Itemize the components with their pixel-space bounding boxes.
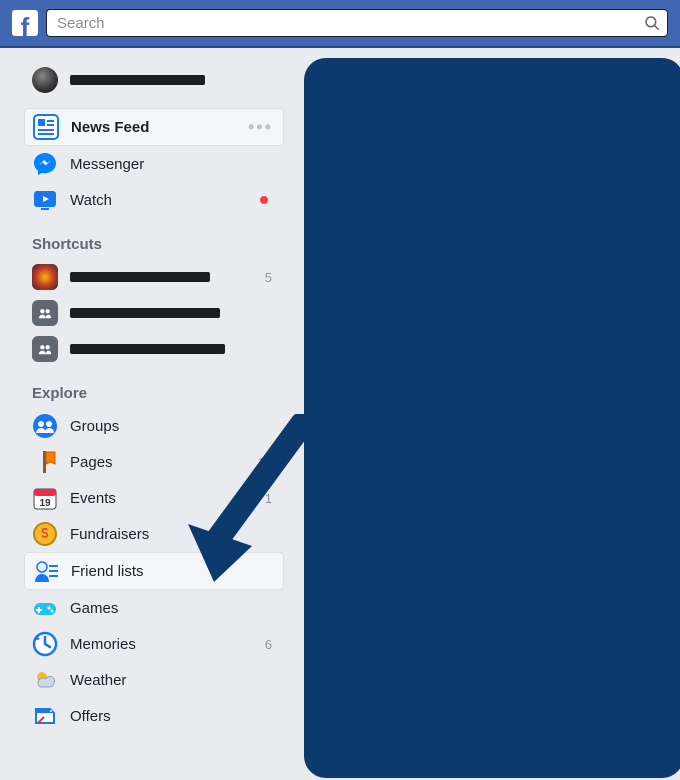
profile-name	[70, 72, 276, 89]
left-sidebar: News Feed ••• Messenger Watch	[24, 62, 284, 734]
profile-link[interactable]	[24, 62, 284, 98]
content-panel-redacted	[304, 58, 680, 778]
group-avatar-icon	[32, 300, 58, 326]
facebook-logo[interactable]: f	[12, 10, 38, 36]
search-field[interactable]	[46, 9, 668, 37]
group-avatar-icon	[32, 336, 58, 362]
shortcut-item[interactable]: 5	[24, 259, 284, 295]
friend-lists-icon	[33, 558, 59, 584]
more-icon[interactable]: •••	[248, 117, 275, 138]
nav-pages[interactable]: Pages 14	[24, 444, 284, 480]
events-icon: 19	[32, 485, 58, 511]
nav-label: Weather	[70, 672, 276, 689]
shortcut-item[interactable]	[24, 295, 284, 331]
weather-icon	[32, 667, 58, 693]
games-icon	[32, 595, 58, 621]
avatar	[32, 67, 58, 93]
search-icon[interactable]	[643, 14, 661, 32]
nav-count: 6	[265, 637, 276, 652]
nav-label: Events	[70, 490, 253, 507]
nav-messenger[interactable]: Messenger	[24, 146, 284, 182]
shortcut-item[interactable]	[24, 331, 284, 367]
nav-weather[interactable]: Weather	[24, 662, 284, 698]
search-input[interactable]	[57, 15, 643, 32]
nav-count: 14	[258, 455, 276, 470]
news-feed-icon	[33, 114, 59, 140]
nav-label: Watch	[70, 192, 248, 209]
nav-friend-lists[interactable]: Friend lists	[24, 552, 284, 590]
nav-groups[interactable]: Groups	[24, 408, 284, 444]
shortcut-label	[70, 341, 276, 358]
nav-label: Groups	[70, 418, 276, 435]
section-shortcuts: Shortcuts	[24, 218, 284, 259]
offers-icon	[32, 703, 58, 729]
nav-count: 1	[265, 491, 276, 506]
nav-label: Memories	[70, 636, 253, 653]
nav-events[interactable]: 19 Events 1	[24, 480, 284, 516]
nav-watch[interactable]: Watch	[24, 182, 284, 218]
nav-label: Fundraisers	[70, 526, 276, 543]
nav-label: Games	[70, 600, 276, 617]
nav-label: News Feed	[71, 119, 236, 136]
pages-icon	[32, 449, 58, 475]
fundraisers-icon	[32, 521, 58, 547]
shortcut-count: 5	[265, 270, 276, 285]
topbar: f	[0, 0, 680, 48]
nav-label: Pages	[70, 454, 246, 471]
shortcut-label	[70, 305, 276, 322]
nav-fundraisers[interactable]: Fundraisers	[24, 516, 284, 552]
memories-icon	[32, 631, 58, 657]
nav-label: Friend lists	[71, 563, 275, 580]
nav-label: Messenger	[70, 156, 276, 173]
messenger-icon	[32, 151, 58, 177]
watch-icon	[32, 187, 58, 213]
nav-offers[interactable]: Offers	[24, 698, 284, 734]
shortcut-label	[70, 269, 253, 286]
groups-icon	[32, 413, 58, 439]
svg-text:19: 19	[39, 498, 51, 509]
nav-games[interactable]: Games	[24, 590, 284, 626]
nav-news-feed[interactable]: News Feed •••	[24, 108, 284, 146]
nav-memories[interactable]: Memories 6	[24, 626, 284, 662]
group-avatar-icon	[32, 264, 58, 290]
section-explore: Explore	[24, 367, 284, 408]
notification-dot	[260, 196, 268, 204]
nav-label: Offers	[70, 708, 276, 725]
